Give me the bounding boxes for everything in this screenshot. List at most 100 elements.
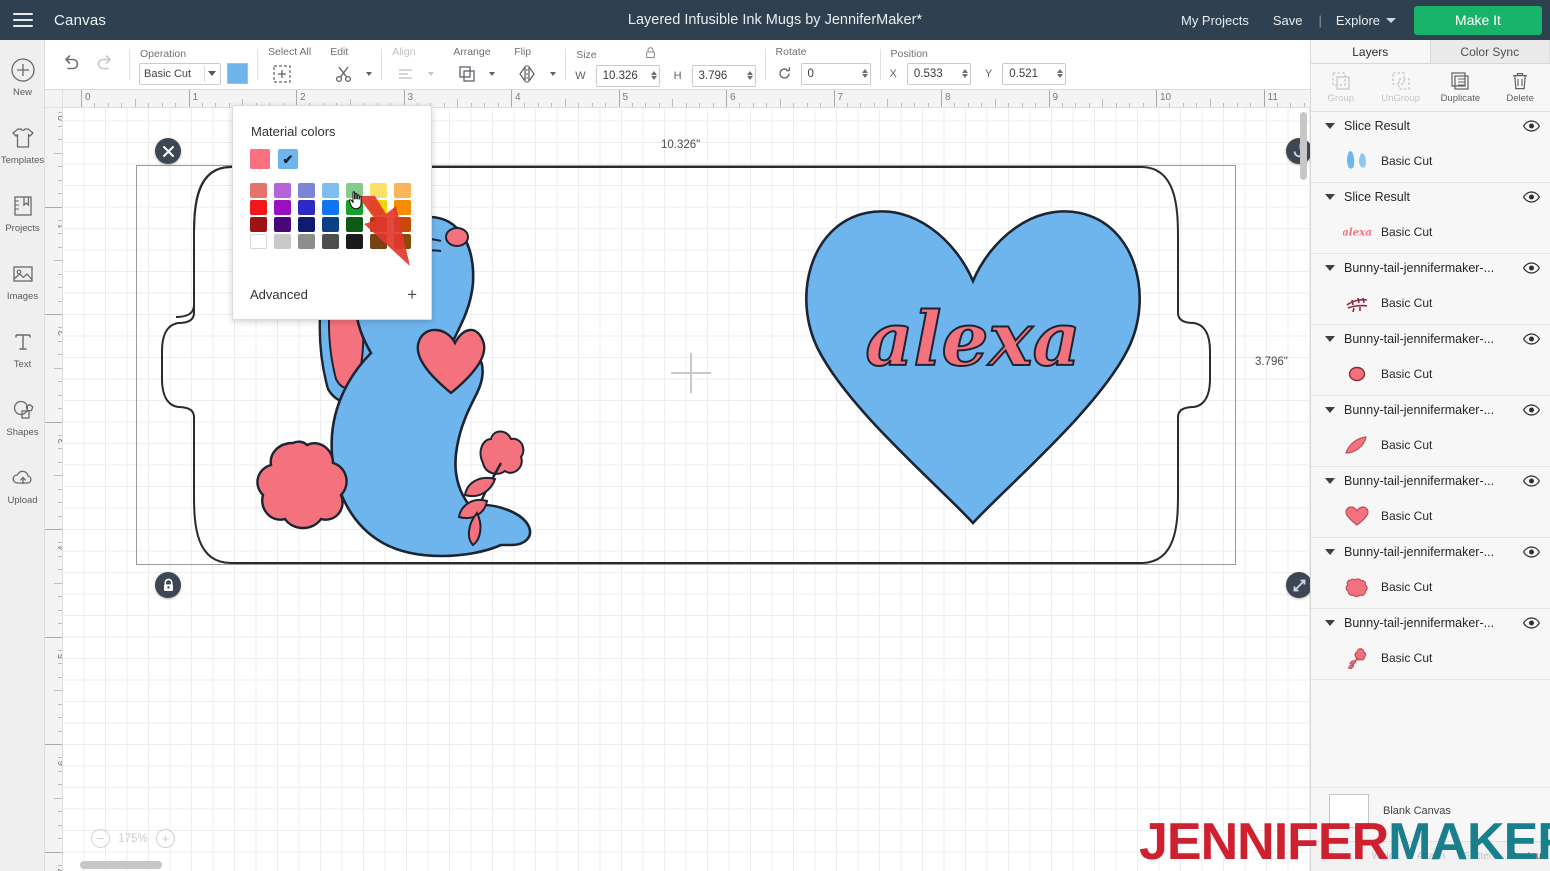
layer-color-swatch-button[interactable]	[227, 63, 248, 84]
layer-child-row[interactable]: Basic Cut	[1311, 353, 1550, 395]
eye-icon[interactable]	[1523, 333, 1540, 345]
chevron-down-icon[interactable]	[366, 71, 373, 76]
sidebar-item-text[interactable]: Text	[0, 326, 45, 392]
layer-group-header[interactable]: Bunny-tail-jennifermaker-...	[1311, 467, 1550, 495]
layer-child-row[interactable]: Basic Cut	[1311, 140, 1550, 182]
lock-handle-icon[interactable]	[155, 572, 181, 598]
select-all-icon[interactable]	[267, 61, 297, 87]
eye-icon[interactable]	[1523, 475, 1540, 487]
color-swatch[interactable]	[322, 234, 339, 249]
chevron-down-icon[interactable]	[1325, 265, 1335, 271]
chevron-down-icon[interactable]	[550, 71, 557, 76]
advanced-button[interactable]: Advanced	[250, 287, 308, 302]
rotate-field[interactable]	[800, 62, 871, 85]
rotate-input[interactable]	[807, 67, 860, 80]
eye-icon[interactable]	[1523, 404, 1540, 416]
sidebar-item-projects[interactable]: Projects	[0, 190, 45, 256]
color-swatch[interactable]	[274, 217, 291, 232]
y-input[interactable]	[1009, 67, 1056, 80]
color-swatch[interactable]	[298, 183, 315, 198]
contour-button[interactable]: Contour	[1503, 851, 1550, 862]
height-input[interactable]	[698, 69, 745, 82]
save-button[interactable]: Save	[1261, 13, 1315, 28]
current-color-swatch[interactable]	[250, 149, 270, 169]
layer-group[interactable]: Slice Result alexa Basic Cut	[1311, 183, 1550, 254]
layer-group-header[interactable]: Bunny-tail-jennifermaker-...	[1311, 609, 1550, 637]
resize-handle-icon[interactable]	[1286, 572, 1310, 598]
height-field[interactable]	[691, 64, 756, 87]
color-swatch[interactable]	[250, 234, 267, 249]
sidebar-item-images[interactable]: Images	[0, 258, 45, 324]
layer-group-header[interactable]: Bunny-tail-jennifermaker-...	[1311, 325, 1550, 353]
eye-icon[interactable]	[1523, 262, 1540, 274]
make-it-button[interactable]: Make It	[1414, 5, 1542, 35]
eye-icon[interactable]	[1523, 191, 1540, 203]
operation-select[interactable]: Basic Cut	[139, 62, 221, 85]
chevron-down-icon[interactable]	[1325, 620, 1335, 626]
color-swatch[interactable]	[322, 183, 339, 198]
sidebar-item-upload[interactable]: Upload	[0, 462, 45, 528]
horizontal-scrollbar[interactable]	[80, 861, 162, 869]
color-swatch[interactable]	[250, 183, 267, 198]
chevron-down-icon[interactable]	[1325, 478, 1335, 484]
layer-group[interactable]: Bunny-tail-jennifermaker-... Basic Cut	[1311, 467, 1550, 538]
color-swatch[interactable]	[274, 234, 291, 249]
sidebar-item-new[interactable]: New	[0, 54, 45, 120]
layer-group-header[interactable]: Bunny-tail-jennifermaker-...	[1311, 538, 1550, 566]
add-color-plus-icon[interactable]: +	[407, 286, 417, 303]
x-field[interactable]	[906, 62, 971, 85]
layer-group[interactable]: Bunny-tail-jennifermaker-... Basic Cut	[1311, 396, 1550, 467]
layer-child-row[interactable]: Basic Cut	[1311, 637, 1550, 679]
color-swatch[interactable]	[298, 217, 315, 232]
y-field[interactable]	[1002, 62, 1067, 85]
flip-icon[interactable]	[513, 61, 543, 87]
layer-group[interactable]: Bunny-tail-jennifermaker-... Basic Cut	[1311, 254, 1550, 325]
chevron-down-icon[interactable]	[1325, 407, 1335, 413]
tab-color-sync[interactable]: Color Sync	[1430, 40, 1550, 63]
color-swatch[interactable]	[322, 200, 339, 215]
chevron-down-icon[interactable]	[489, 71, 496, 76]
y-stepper[interactable]	[1055, 69, 1064, 78]
layer-group[interactable]: Bunny-tail-jennifermaker-... Basic Cut	[1311, 609, 1550, 680]
rotate-stepper[interactable]	[860, 69, 868, 78]
color-swatch[interactable]	[322, 217, 339, 232]
x-input[interactable]	[913, 67, 960, 80]
width-input[interactable]	[602, 69, 649, 82]
close-handle-icon[interactable]	[155, 138, 181, 164]
color-swatch[interactable]	[298, 200, 315, 215]
my-projects-button[interactable]: My Projects	[1169, 13, 1261, 28]
tab-layers[interactable]: Layers	[1311, 40, 1431, 63]
layer-group-header[interactable]: Slice Result	[1311, 183, 1550, 211]
eye-icon[interactable]	[1523, 617, 1540, 629]
redo-icon[interactable]	[95, 53, 115, 76]
chevron-down-icon[interactable]	[1325, 549, 1335, 555]
height-stepper[interactable]	[745, 71, 753, 80]
zoom-out-button[interactable]: −	[91, 829, 110, 848]
color-swatch[interactable]	[250, 200, 267, 215]
layer-child-row[interactable]: alexa Basic Cut	[1311, 211, 1550, 253]
vertical-scrollbar[interactable]	[1300, 112, 1307, 180]
eye-icon[interactable]	[1523, 546, 1540, 558]
layer-child-row[interactable]: Basic Cut	[1311, 495, 1550, 537]
lock-icon[interactable]	[645, 46, 656, 64]
duplicate-button[interactable]: Duplicate	[1431, 64, 1491, 111]
layer-group-header[interactable]: Slice Result	[1311, 112, 1550, 140]
color-swatch[interactable]	[274, 200, 291, 215]
color-swatch[interactable]	[274, 183, 291, 198]
current-color-selected[interactable]: ✔	[278, 149, 298, 169]
eye-icon[interactable]	[1523, 120, 1540, 132]
hamburger-icon[interactable]	[0, 0, 46, 40]
layer-group[interactable]: Slice Result Basic Cut	[1311, 112, 1550, 183]
layer-child-row[interactable]: Basic Cut	[1311, 424, 1550, 466]
sidebar-item-templates[interactable]: Templates	[0, 122, 45, 188]
chevron-down-icon[interactable]	[1325, 123, 1335, 129]
color-swatch[interactable]	[250, 217, 267, 232]
blank-canvas-row[interactable]: Blank Canvas	[1311, 787, 1550, 833]
arrange-icon[interactable]	[452, 61, 482, 87]
width-stepper[interactable]	[649, 71, 657, 80]
color-swatch[interactable]	[298, 234, 315, 249]
explore-menu[interactable]: Explore	[1326, 13, 1406, 28]
layer-child-row[interactable]: Basic Cut	[1311, 282, 1550, 324]
sidebar-item-shapes[interactable]: Shapes	[0, 394, 45, 460]
layer-child-row[interactable]: Basic Cut	[1311, 566, 1550, 608]
